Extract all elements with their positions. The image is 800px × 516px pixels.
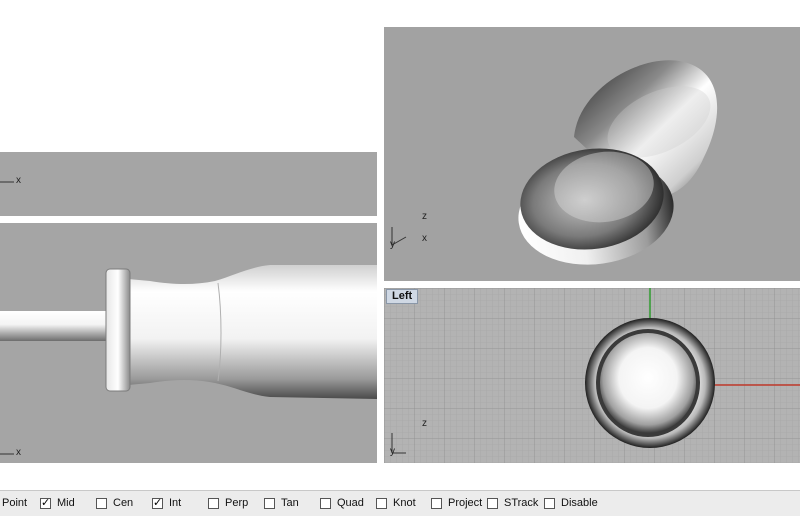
axis-label-y: y: [390, 239, 395, 250]
osnap-label: Disable: [561, 497, 598, 509]
osnap-label: Mid: [57, 497, 75, 509]
osnap-label: Tan: [281, 497, 299, 509]
viewport-left[interactable]: Left z y: [384, 288, 800, 463]
osnap-tan[interactable]: Tan: [264, 495, 299, 511]
osnap-perp[interactable]: Perp: [208, 495, 248, 511]
osnap-label: Point: [2, 497, 28, 509]
osnap-label: Int: [169, 497, 182, 509]
checkbox[interactable]: [96, 497, 107, 509]
checkbox[interactable]: [487, 497, 498, 509]
osnap-point[interactable]: Point: [2, 495, 27, 511]
osnap-label: Project: [448, 497, 483, 509]
axis-label-x: x: [16, 175, 21, 186]
viewport-perspective[interactable]: z x y: [384, 27, 800, 281]
checkbox[interactable]: [264, 497, 275, 509]
viewport-top[interactable]: x: [0, 152, 377, 216]
checkbox[interactable]: [40, 496, 51, 509]
viewport-front[interactable]: x: [0, 223, 377, 463]
osnap-label: Perp: [225, 497, 249, 509]
construction-grid: [384, 288, 800, 463]
osnap-label: Knot: [393, 497, 416, 509]
viewport-title-left[interactable]: Left: [386, 289, 419, 304]
osnap-label: Quad: [337, 497, 364, 509]
axis-label-x: x: [422, 233, 427, 244]
checkbox[interactable]: [376, 497, 387, 509]
osnap-knot[interactable]: Knot: [376, 495, 416, 511]
handle-perspective-model: [391, 60, 718, 265]
osnap-disable[interactable]: Disable: [544, 495, 598, 511]
osnap-int[interactable]: Int: [152, 495, 181, 511]
axis-label-x: x: [16, 447, 21, 458]
osnap-project[interactable]: Project: [431, 495, 482, 511]
axis-label-y: y: [390, 446, 395, 457]
checkbox[interactable]: [544, 497, 555, 509]
axis-label-z: z: [422, 418, 427, 429]
osnap-cen[interactable]: Cen: [96, 495, 133, 511]
osnap-bar: Point Mid Cen Int Perp Tan Quad Knot Pro…: [0, 490, 800, 516]
osnap-quad[interactable]: Quad: [320, 495, 364, 511]
checkbox[interactable]: [320, 497, 331, 509]
osnap-mid[interactable]: Mid: [40, 495, 75, 511]
osnap-label: STrack: [504, 497, 539, 509]
screwdriver-model: [0, 265, 377, 455]
osnap-label: Cen: [113, 497, 134, 509]
checkbox[interactable]: [431, 497, 442, 509]
osnap-strack[interactable]: STrack: [487, 495, 538, 511]
checkbox[interactable]: [152, 496, 163, 509]
checkbox[interactable]: [208, 497, 219, 509]
axis-label-z: z: [422, 211, 427, 222]
